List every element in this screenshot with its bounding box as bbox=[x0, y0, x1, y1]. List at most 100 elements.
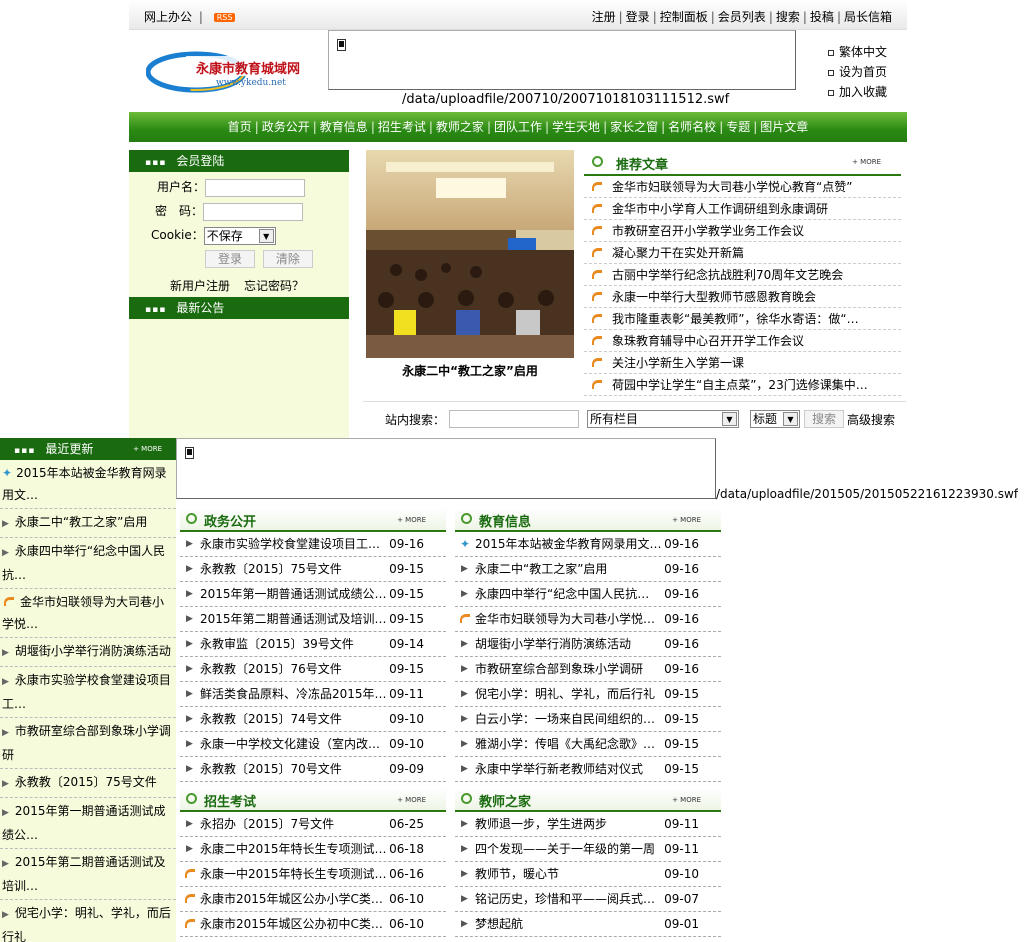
nav-item[interactable]: 团队工作 bbox=[494, 120, 542, 134]
section-item[interactable]: ▶ 白云小学：一场来自民间组织的… 09-15 bbox=[455, 707, 721, 732]
photo-caption[interactable]: 永康二中“教工之家”启用 bbox=[366, 362, 574, 379]
recommend-item[interactable]: 我市隆重表彰“最美教师”，徐华水寄语：做“… bbox=[584, 308, 901, 330]
quick-link-label: 设为首页 bbox=[839, 65, 888, 79]
top-link[interactable]: 注册 bbox=[592, 10, 616, 24]
cookie-select[interactable]: 不保存 ▼ bbox=[203, 226, 276, 245]
register-link[interactable]: 新用户注册 bbox=[170, 279, 230, 293]
recommend-item[interactable]: 象珠教育辅导中心召开开学工作会议 bbox=[584, 330, 901, 352]
section-item[interactable]: ▶ 倪宅小学：明礼、学礼，而后行礼 09-15 bbox=[455, 682, 721, 707]
quick-link[interactable]: 繁体中文 bbox=[828, 42, 887, 62]
column-select[interactable]: 所有栏目 ▼ bbox=[587, 410, 739, 428]
recommend-item[interactable]: 市教研室召开小学教学业务工作会议 bbox=[584, 220, 901, 242]
nav-item[interactable]: 学生天地 bbox=[552, 120, 600, 134]
nav-item[interactable]: 图片文章 bbox=[760, 120, 808, 134]
section-item[interactable]: ✦ 2015年本站被金华教育网录用文… 09-16 bbox=[455, 532, 721, 557]
section-item[interactable]: ▶ 市教研室综合部到象珠小学调研 09-16 bbox=[455, 657, 721, 682]
section-item[interactable]: ▶ 永康二中2015年特长生专项测试… 06-18 bbox=[180, 837, 446, 862]
section-item-date: 09-15 bbox=[389, 562, 424, 576]
more-link[interactable]: + MORE bbox=[672, 796, 701, 804]
recent-item[interactable]: ▶ 胡堰街小学举行消防演练活动 bbox=[0, 638, 176, 667]
top-link[interactable]: 控制面板 bbox=[660, 10, 708, 24]
search-input[interactable] bbox=[449, 410, 579, 428]
search-button[interactable]: 搜索 bbox=[804, 410, 844, 428]
section-item[interactable]: ▶ 永招办〔2015〕7号文件 06-25 bbox=[180, 812, 446, 837]
section-item-title: 永教教〔2015〕70号文件 bbox=[200, 762, 342, 776]
section-item[interactable]: 永康市2015年城区公办初中C类… 06-10 bbox=[180, 912, 446, 937]
advanced-search-link[interactable]: 高级搜索 bbox=[847, 411, 895, 428]
recent-item[interactable]: ▶ 市教研室综合部到象珠小学调研 bbox=[0, 718, 176, 769]
recent-item[interactable]: ▶ 2015年第二期普通话测试及培训… bbox=[0, 849, 176, 900]
rss-icon[interactable]: RSS bbox=[213, 13, 236, 22]
top-link[interactable]: 投稿 bbox=[810, 10, 834, 24]
featured-photo[interactable] bbox=[366, 150, 574, 358]
more-link[interactable]: + MORE bbox=[397, 516, 426, 524]
quick-link[interactable]: 加入收藏 bbox=[828, 82, 887, 102]
recent-item[interactable]: ✦ 2015年本站被金华教育网录用文… bbox=[0, 460, 176, 509]
section-item[interactable]: ▶ 永教审监〔2015〕39号文件 09-14 bbox=[180, 632, 446, 657]
more-link[interactable]: + MORE bbox=[133, 438, 162, 460]
section-item[interactable]: ▶ 2015年第二期普通话测试及培训… 09-15 bbox=[180, 607, 446, 632]
recommend-item[interactable]: 凝心聚力干在实处开新篇 bbox=[584, 242, 901, 264]
section-item[interactable]: ▶ 鲜活类食品原料、冷冻品2015年… 09-11 bbox=[180, 682, 446, 707]
recent-item[interactable]: ▶ 永康市实验学校食堂建设项目工… bbox=[0, 667, 176, 718]
username-input[interactable] bbox=[205, 178, 306, 197]
more-link[interactable]: + MORE bbox=[672, 516, 701, 524]
nav-item[interactable]: 名师名校 bbox=[668, 120, 716, 134]
recommend-item[interactable]: 金华市妇联领导为大司巷小学悦心教育“点赞” bbox=[584, 176, 901, 198]
recommend-item[interactable]: 关注小学新生入学第一课 bbox=[584, 352, 901, 374]
recommend-item[interactable]: 古丽中学举行纪念抗战胜利70周年文艺晚会 bbox=[584, 264, 901, 286]
nav-item[interactable]: 教育信息 bbox=[320, 120, 368, 134]
section-item-date: 09-10 bbox=[664, 867, 699, 881]
top-link[interactable]: 搜索 bbox=[776, 10, 800, 24]
clear-button[interactable]: 清除 bbox=[262, 250, 313, 268]
more-link[interactable]: + MORE bbox=[397, 796, 426, 804]
section-item[interactable]: ▶ 梦想起航 09-01 bbox=[455, 912, 721, 937]
forgot-password-link[interactable]: 忘记密码？ bbox=[244, 279, 304, 293]
field-select[interactable]: 标题 ▼ bbox=[750, 410, 800, 428]
section-item[interactable]: 永康市2015年城区公办小学C类… 06-10 bbox=[180, 887, 446, 912]
section-item[interactable]: ▶ 永教教〔2015〕75号文件 09-15 bbox=[180, 557, 446, 582]
nav-item[interactable]: 招生考试 bbox=[378, 120, 426, 134]
nav-item[interactable]: 教师之家 bbox=[436, 120, 484, 134]
section-item[interactable]: ▶ 永教教〔2015〕74号文件 09-10 bbox=[180, 707, 446, 732]
top-link[interactable]: 会员列表 bbox=[718, 10, 766, 24]
recent-item[interactable]: ▶ 倪宅小学：明礼、学礼，而后行礼 bbox=[0, 900, 176, 942]
recent-item[interactable]: ▶ 2015年第一期普通话测试成绩公… bbox=[0, 798, 176, 849]
recent-item[interactable]: 金华市妇联领导为大司巷小学悦… bbox=[0, 589, 176, 638]
section-item[interactable]: ▶ 永康市实验学校食堂建设项目工… 09-16 bbox=[180, 532, 446, 557]
section-item[interactable]: ▶ 胡堰街小学举行消防演练活动 09-16 bbox=[455, 632, 721, 657]
section-item[interactable]: ▶ 教师节，暖心节 09-10 bbox=[455, 862, 721, 887]
recommend-item[interactable]: 荷园中学让学生“自主点菜”，23门选修课集中… bbox=[584, 374, 901, 396]
recommend-item[interactable]: 永康一中举行大型教师节感恩教育晚会 bbox=[584, 286, 901, 308]
section-item[interactable]: ▶ 永康四中举行“纪念中国人民抗… 09-16 bbox=[455, 582, 721, 607]
section-item[interactable]: ▶ 四个发现——关于一年级的第一周 09-11 bbox=[455, 837, 721, 862]
quick-link[interactable]: 设为首页 bbox=[828, 62, 887, 82]
site-logo[interactable]: 永康市教育城域网 www.ykedu.net bbox=[145, 44, 306, 96]
top-link[interactable]: 局长信箱 bbox=[844, 10, 892, 24]
section-item[interactable]: ▶ 教师退一步，学生进两步 09-11 bbox=[455, 812, 721, 837]
section-item[interactable]: 金华市妇联领导为大司巷小学悦… 09-16 bbox=[455, 607, 721, 632]
recent-item[interactable]: ▶ 永康二中“教工之家”启用 bbox=[0, 509, 176, 538]
password-input[interactable] bbox=[203, 202, 304, 221]
nav-item[interactable]: 家长之窗 bbox=[610, 120, 658, 134]
section-item[interactable]: ▶ 2015年第一期普通话测试成绩公… 09-15 bbox=[180, 582, 446, 607]
section-item[interactable]: ▶ 永教教〔2015〕70号文件 09-09 bbox=[180, 757, 446, 782]
nav-item[interactable]: 首页 bbox=[228, 120, 252, 134]
nav-item[interactable]: 政务公开 bbox=[262, 120, 310, 134]
section-item[interactable]: 永康一中2015年特长生专项测试… 06-16 bbox=[180, 862, 446, 887]
section-item[interactable]: ▶ 永康中学举行新老教师结对仪式 09-15 bbox=[455, 757, 721, 782]
section-item[interactable]: ▶ 永康一中学校文化建设（室内改… 09-10 bbox=[180, 732, 446, 757]
top-link[interactable]: 登录 bbox=[626, 10, 650, 24]
recommend-item[interactable]: 金华市中小学育人工作调研组到永康调研 bbox=[584, 198, 901, 220]
login-button[interactable]: 登录 bbox=[205, 250, 255, 268]
recommend-icon bbox=[592, 182, 602, 191]
online-office-link[interactable]: 网上办公 bbox=[144, 10, 192, 24]
recent-item[interactable]: ▶ 永教教〔2015〕75号文件 bbox=[0, 769, 176, 798]
more-link[interactable]: + MORE bbox=[852, 158, 881, 166]
section-item[interactable]: ▶ 雅湖小学：传唱《大禹纪念歌》… 09-15 bbox=[455, 732, 721, 757]
section-item[interactable]: ▶ 永教教〔2015〕76号文件 09-15 bbox=[180, 657, 446, 682]
nav-item[interactable]: 专题 bbox=[726, 120, 750, 134]
section-item[interactable]: ▶ 铭记历史，珍惜和平——阅兵式… 09-07 bbox=[455, 887, 721, 912]
recent-item[interactable]: ▶ 永康四中举行“纪念中国人民抗… bbox=[0, 538, 176, 589]
section-item[interactable]: ▶ 永康二中“教工之家”启用 09-16 bbox=[455, 557, 721, 582]
